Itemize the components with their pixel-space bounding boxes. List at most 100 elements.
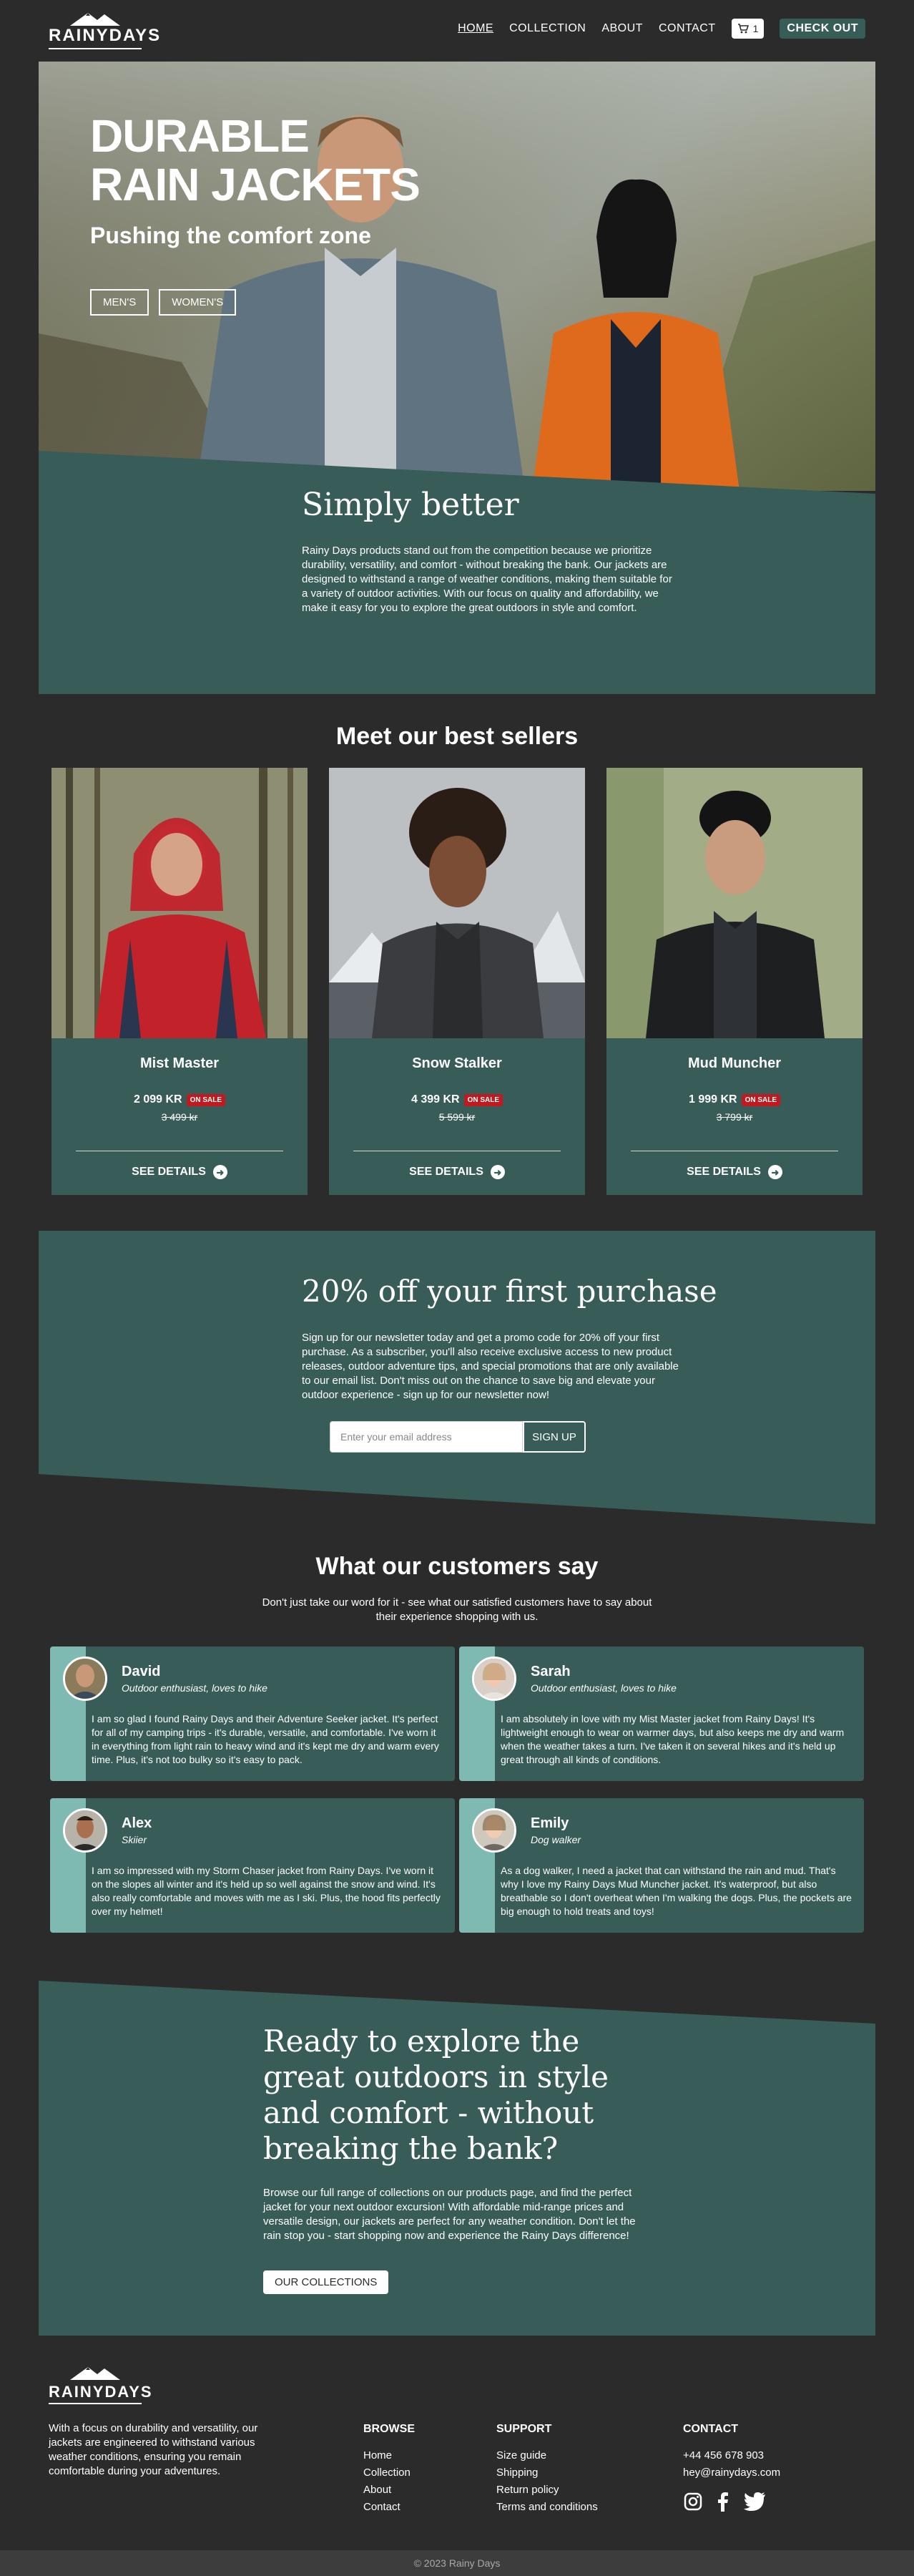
testimonials-subtitle-text: Don't just take our word for it - see wh… <box>262 1596 652 1623</box>
arrow-right-icon: ➜ <box>490 1165 505 1179</box>
reviewer-role: Skiier <box>122 1834 147 1845</box>
testimonial-card: Sarah Outdoor enthusiast, loves to hike … <box>459 1646 864 1781</box>
logo-underline <box>49 48 142 49</box>
sale-badge: ON SALE <box>186 1093 226 1106</box>
site-footer: RAINYDAYS With a focus on durability and… <box>0 2336 914 2550</box>
footer-about: With a focus on durability and versatili… <box>49 2422 258 2477</box>
reviewer-role: Outdoor enthusiast, loves to hike <box>122 1682 267 1694</box>
facebook-icon[interactable] <box>713 2492 733 2512</box>
mens-button[interactable]: MEN'S <box>90 289 149 316</box>
footer-link-contact[interactable]: Contact <box>363 2499 415 2516</box>
product-price: 4 399 KR <box>411 1093 460 1106</box>
cta-title: Ready to explore the great outdoors in s… <box>263 2024 609 2166</box>
cart-icon <box>737 24 749 34</box>
avatar <box>472 1808 516 1853</box>
product-image <box>329 768 585 1038</box>
main-nav: HOME COLLECTION ABOUT CONTACT 1 CHECK OU… <box>458 19 865 39</box>
best-sellers-title: Meet our best sellers <box>335 723 579 750</box>
nav-home[interactable]: HOME <box>458 22 493 35</box>
footer-link-about[interactable]: About <box>363 2482 415 2499</box>
review-text: I am so glad I found Rainy Days and thei… <box>92 1713 439 1765</box>
review-text: I am so impressed with my Storm Chaser j… <box>92 1865 441 1917</box>
see-details-label: SEE DETAILS <box>687 1166 761 1178</box>
email-input[interactable]: Enter your email address <box>330 1421 523 1453</box>
testimonials-subtitle: Don't just take our word for it - see wh… <box>0 1596 914 1624</box>
cta-text: Browse our full range of collections on … <box>263 2187 636 2242</box>
footer-link-size-guide[interactable]: Size guide <box>496 2447 598 2464</box>
copyright: © 2023 Rainy Days <box>0 2550 914 2576</box>
reviewer-name: Sarah <box>531 1664 571 1679</box>
testimonials-title: What our customers say <box>315 1553 599 1580</box>
site-header: RAINYDAYS HOME COLLECTION ABOUT CONTACT … <box>0 0 914 62</box>
product-price: 1 999 KR <box>688 1093 737 1106</box>
footer-link-collection[interactable]: Collection <box>363 2464 415 2482</box>
avatar <box>63 1808 107 1853</box>
product-name: Mud Muncher <box>688 1055 781 1071</box>
review-text: I am absolutely in love with my Mist Mas… <box>501 1713 845 1765</box>
see-details-label: SEE DETAILS <box>132 1166 206 1178</box>
product-price-row: 4 399 KR ON SALE <box>329 1093 585 1106</box>
testimonial-card: Alex Skiier I am so impressed with my St… <box>50 1798 455 1933</box>
product-price: 2 099 KR <box>133 1093 182 1106</box>
footer-browse-title: BROWSE <box>363 2423 415 2435</box>
newsletter-form: Enter your email address SIGN UP <box>330 1421 586 1453</box>
arrow-right-icon: ➜ <box>212 1165 227 1179</box>
footer-support: SUPPORT Size guide Shipping Return polic… <box>496 2423 598 2516</box>
reviewer-role: Outdoor enthusiast, loves to hike <box>531 1682 677 1694</box>
cta-section: Ready to explore the great outdoors in s… <box>39 1981 875 2336</box>
see-details-button[interactable]: SEE DETAILS ➜ <box>606 1165 863 1179</box>
product-card[interactable]: Snow Stalker 4 399 KR ON SALE 5 599 kr S… <box>329 768 585 1195</box>
nav-about[interactable]: ABOUT <box>601 22 643 35</box>
mountain-logo-icon <box>70 13 120 26</box>
sign-up-button[interactable]: SIGN UP <box>523 1421 586 1453</box>
reviewer-name: Alex <box>122 1815 152 1831</box>
reviewer-role: Dog walker <box>531 1834 581 1845</box>
intro-text: Rainy Days products stand out from the c… <box>302 545 672 614</box>
footer-link-home[interactable]: Home <box>363 2447 415 2464</box>
footer-support-title: SUPPORT <box>496 2423 552 2435</box>
logo[interactable]: RAINYDAYS <box>49 10 159 52</box>
product-name: Mist Master <box>139 1055 220 1071</box>
footer-contact-title: CONTACT <box>683 2423 739 2435</box>
hero-title-line1: DURABLE <box>90 110 310 162</box>
product-card[interactable]: Mist Master 2 099 KR ON SALE 3 499 kr SE… <box>51 768 308 1195</box>
footer-email[interactable]: hey@rainydays.com <box>683 2464 780 2482</box>
avatar <box>63 1657 107 1701</box>
product-old-price: 3 799 kr <box>716 1111 753 1123</box>
footer-phone[interactable]: +44 456 678 903 <box>683 2447 780 2464</box>
avatar <box>472 1657 516 1701</box>
footer-link-terms[interactable]: Terms and conditions <box>496 2499 598 2516</box>
product-image <box>51 768 308 1038</box>
cart-button[interactable]: 1 <box>731 19 765 39</box>
product-old-price: 3 499 kr <box>161 1111 198 1123</box>
newsletter-section: 20% off your first purchase Sign up for … <box>39 1231 875 1524</box>
footer-logo[interactable]: RAINYDAYS <box>49 2364 152 2404</box>
sale-badge: ON SALE <box>741 1093 781 1106</box>
our-collections-button[interactable]: OUR COLLECTIONS <box>263 2270 389 2294</box>
product-card[interactable]: Mud Muncher 1 999 KR ON SALE 3 799 kr SE… <box>606 768 863 1195</box>
footer-contact: CONTACT +44 456 678 903 hey@rainydays.co… <box>683 2423 780 2512</box>
product-old-price: 5 599 kr <box>438 1111 476 1123</box>
product-name: Snow Stalker <box>412 1055 502 1071</box>
instagram-icon[interactable] <box>683 2492 703 2512</box>
see-details-button[interactable]: SEE DETAILS ➜ <box>51 1165 308 1179</box>
see-details-label: SEE DETAILS <box>409 1166 483 1178</box>
see-details-button[interactable]: SEE DETAILS ➜ <box>329 1165 585 1179</box>
sale-badge: ON SALE <box>463 1093 503 1106</box>
reviewer-name: David <box>122 1664 161 1679</box>
hero-title-line2: RAIN JACKETS <box>90 159 421 210</box>
checkout-button[interactable]: CHECK OUT <box>780 19 865 39</box>
intro-title: Simply better <box>302 487 519 523</box>
newsletter-text: Sign up for our newsletter today and get… <box>302 1332 679 1401</box>
hero-subtitle: Pushing the comfort zone <box>90 223 371 248</box>
hero-title: DURABLE RAIN JACKETS <box>90 110 421 210</box>
womens-button[interactable]: WOMEN'S <box>159 289 237 316</box>
footer-link-shipping[interactable]: Shipping <box>496 2464 598 2482</box>
mountain-logo-icon <box>70 2367 120 2380</box>
nav-contact[interactable]: CONTACT <box>659 22 716 35</box>
hero-buttons: MEN'S WOMEN'S <box>90 289 237 316</box>
footer-link-return-policy[interactable]: Return policy <box>496 2482 598 2499</box>
footer-logo-underline <box>49 2403 142 2404</box>
nav-collection[interactable]: COLLECTION <box>509 22 586 35</box>
twitter-icon[interactable] <box>743 2492 766 2512</box>
